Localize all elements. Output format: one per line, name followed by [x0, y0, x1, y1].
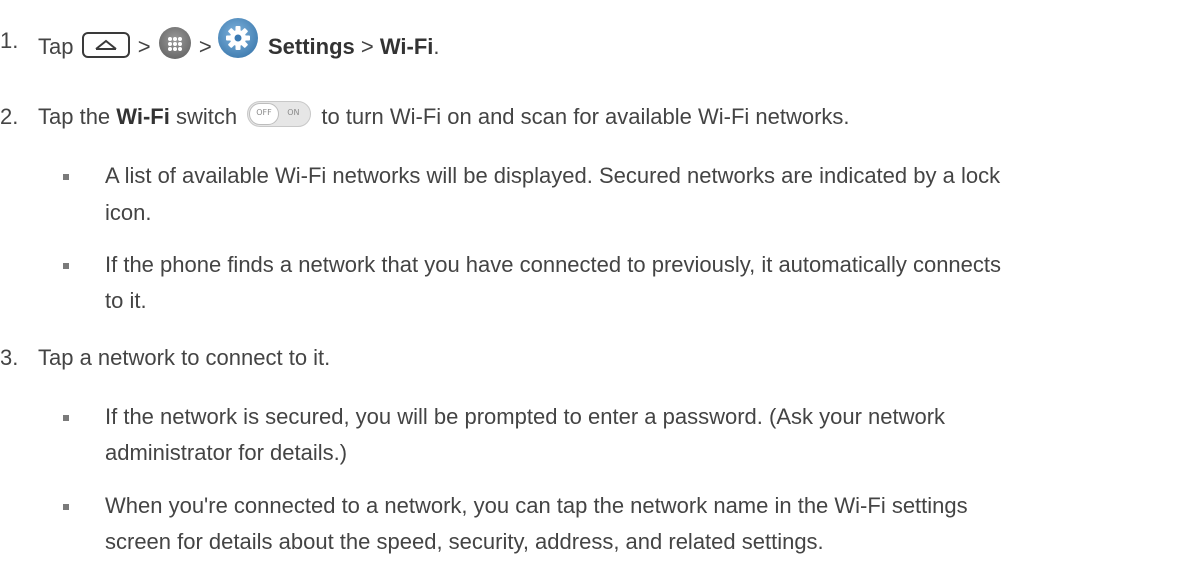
step-3-bullet-1-line-1: If the network is secured, you will be p…	[105, 404, 946, 429]
step-3-bullet-1-line-2: administrator for details.)	[105, 440, 348, 465]
step-1-separator: >	[137, 33, 151, 59]
step-2-tap-the: Tap the	[38, 104, 111, 129]
step-1-tap: Tap	[38, 33, 74, 59]
step-3-bullet-2-line-1: When you're connected to a network, you …	[105, 493, 968, 518]
step-2-bullet-2-line-1: If the phone finds a network that you ha…	[105, 252, 1002, 277]
step-1-text: Tap > > Settings > Wi-Fi.	[38, 18, 440, 68]
step-1-separator: >	[360, 33, 374, 59]
step-2-rest: to turn Wi-Fi on and scan for available …	[321, 104, 850, 129]
step-2-number: 2.	[0, 104, 19, 129]
toggle-on-label: ON	[287, 108, 300, 118]
step-2-text: Tap the Wi-Fi switch OFF ON to turn Wi-F…	[38, 101, 850, 131]
bullet-marker	[63, 504, 69, 510]
step-2-bullet-1-line-1: A list of available Wi-Fi networks will …	[105, 163, 1001, 188]
apps-icon	[158, 27, 191, 59]
step-1-period: .	[433, 33, 440, 59]
step-2-bullet-1-line-2: icon.	[105, 200, 152, 225]
wifi-toggle-switch: OFF ON	[247, 101, 312, 128]
bullet-marker	[63, 174, 69, 180]
bullet-marker	[63, 263, 69, 269]
step-2-bullet-2-line-2: to it.	[105, 288, 147, 313]
toggle-off-label: OFF	[256, 108, 272, 118]
step-3-bullet-2-line-2: screen for details about the speed, secu…	[105, 529, 824, 554]
bullet-marker	[63, 415, 69, 421]
step-2-switch-word: switch	[175, 104, 238, 129]
home-icon	[81, 32, 130, 58]
step-1-separator: >	[198, 33, 212, 59]
settings-gear-icon	[217, 18, 258, 58]
step-3-number: 3.	[0, 345, 19, 370]
step-1-settings-label: Settings	[267, 33, 355, 59]
step-1-wifi-label: Wi-Fi	[379, 33, 434, 59]
step-1-number: 1.	[0, 28, 19, 53]
step-3-text: Tap a network to connect to it.	[38, 345, 331, 370]
step-2-wifi-label: Wi-Fi	[116, 104, 170, 129]
